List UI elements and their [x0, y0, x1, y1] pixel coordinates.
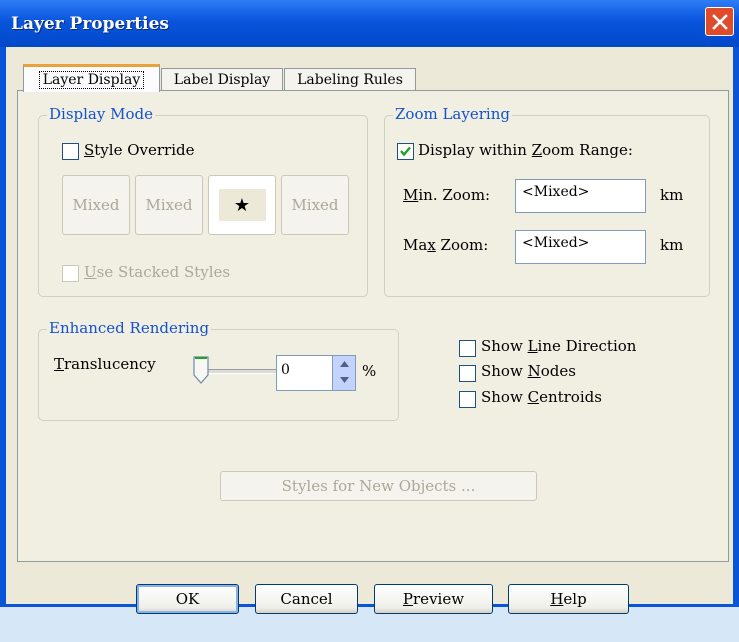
style-button-4[interactable]: Mixed [281, 175, 349, 235]
min-zoom-input[interactable]: <Mixed> [515, 179, 646, 213]
min-zoom-label: Min. Zoom: [403, 186, 491, 204]
min-zoom-unit: km [660, 186, 684, 204]
translucency-label: Translucency [54, 355, 156, 373]
tab-label: Labeling Rules [297, 71, 403, 88]
show-line-direction-checkbox[interactable] [459, 340, 476, 357]
use-stacked-styles-checkbox[interactable] [62, 265, 79, 282]
spin-up-button[interactable] [333, 356, 355, 372]
style-override-checkbox[interactable] [62, 143, 79, 160]
arrow-down-icon [339, 377, 349, 383]
group-title: Zoom Layering [393, 105, 512, 123]
tab-layer-display[interactable]: Layer Display [23, 64, 160, 92]
star-icon: ★ [218, 189, 266, 221]
cancel-button[interactable]: Cancel [255, 584, 358, 614]
max-zoom-input[interactable]: <Mixed> [515, 230, 646, 264]
max-zoom-unit: km [660, 236, 684, 254]
show-line-direction-label: Show Line Direction [481, 337, 637, 355]
display-within-zoom-label: Display within Zoom Range: [418, 141, 633, 159]
styles-for-new-objects-button[interactable]: Styles for New Objects ... [220, 471, 537, 501]
checkmark-icon [400, 146, 411, 157]
close-button[interactable] [705, 7, 734, 36]
style-override-label: Style Override [84, 141, 195, 159]
dialog-window: Layer Properties Layer Display Label Dis… [0, 0, 739, 614]
title-bar[interactable]: Layer Properties [0, 0, 739, 47]
style-button-label: Mixed [145, 196, 193, 214]
show-centroids-checkbox[interactable] [459, 391, 476, 408]
preview-button[interactable]: Preview [374, 584, 493, 614]
style-button-label: Mixed [291, 196, 339, 214]
tab-label: Label Display [173, 71, 271, 88]
window-title: Layer Properties [11, 14, 169, 34]
style-button-2[interactable]: Mixed [135, 175, 203, 235]
translucency-spinner[interactable] [332, 356, 355, 390]
dialog-client: Layer Display Label Display Labeling Rul… [6, 47, 733, 614]
ok-button[interactable]: OK [136, 584, 239, 614]
spin-down-button[interactable] [333, 372, 355, 388]
style-button-3[interactable]: ★ [208, 175, 276, 235]
group-title: Enhanced Rendering [47, 319, 212, 337]
translucency-unit: % [362, 362, 377, 380]
show-centroids-label: Show Centroids [481, 388, 602, 406]
tab-labeling-rules[interactable]: Labeling Rules [284, 68, 416, 90]
arrow-up-icon [339, 361, 349, 367]
display-within-zoom-checkbox[interactable] [397, 143, 414, 160]
use-stacked-styles-label: Use Stacked Styles [84, 263, 231, 281]
show-nodes-checkbox[interactable] [459, 365, 476, 382]
max-zoom-label: Max Zoom: [403, 236, 489, 254]
translucency-slider-thumb[interactable] [192, 355, 210, 385]
show-nodes-label: Show Nodes [481, 362, 576, 380]
tab-label: Layer Display [38, 70, 145, 89]
style-button-label: Mixed [72, 196, 120, 214]
group-title: Display Mode [47, 105, 155, 123]
help-button[interactable]: Help [508, 584, 629, 614]
tab-label-display[interactable]: Label Display [161, 68, 283, 90]
style-button-1[interactable]: Mixed [62, 175, 130, 235]
close-icon [711, 13, 728, 30]
